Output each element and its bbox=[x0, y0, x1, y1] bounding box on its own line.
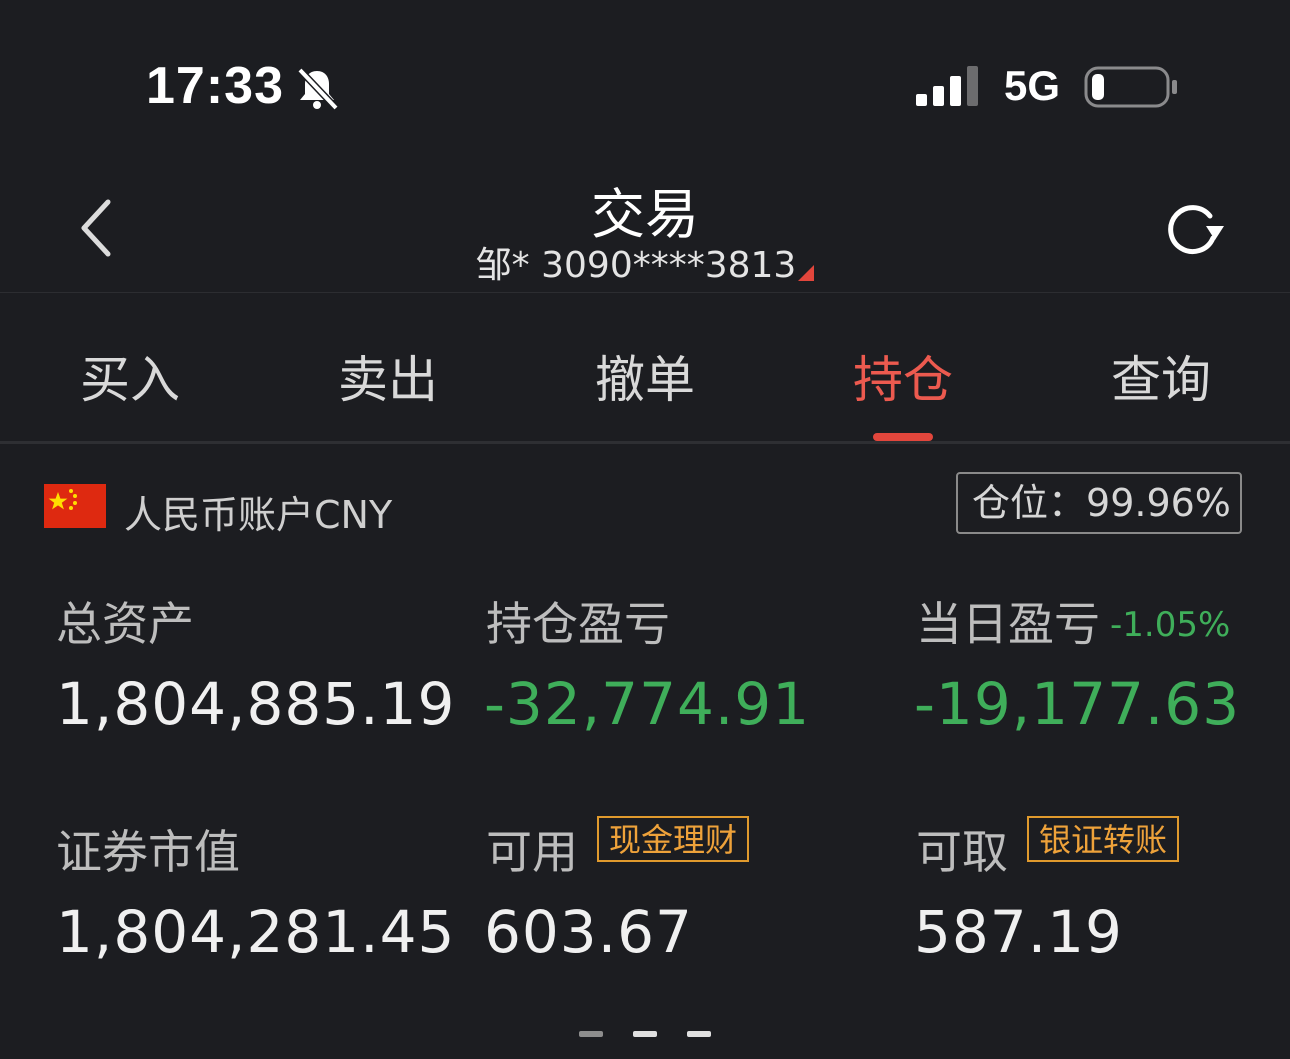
market-value-value: 1,804,281.45 bbox=[56, 898, 456, 966]
daily-pnl-value: -19,177.63 bbox=[914, 670, 1241, 738]
battery-icon bbox=[1084, 66, 1177, 108]
tab-buy[interactable]: 买入 bbox=[80, 340, 180, 412]
tab-query[interactable]: 查询 bbox=[1111, 340, 1211, 412]
position-label: 仓位： bbox=[972, 481, 1087, 525]
account-dropdown-caret-icon bbox=[798, 265, 815, 281]
available-value: 603.67 bbox=[484, 898, 693, 966]
withdrawable-value: 587.19 bbox=[914, 898, 1123, 966]
trade-tabs: 买入 卖出 撤单 持仓 查询 bbox=[0, 300, 1290, 442]
withdrawable-label: 可取 bbox=[916, 825, 1008, 879]
china-flag-icon bbox=[44, 484, 106, 528]
available-label: 可用 bbox=[486, 825, 578, 879]
cash-management-button[interactable]: 现金理财 bbox=[597, 816, 750, 862]
page-indicator-2[interactable] bbox=[633, 1031, 657, 1037]
currency-account-label: 人民币账户CNY bbox=[124, 493, 393, 537]
holding-pnl-value: -32,774.91 bbox=[484, 670, 811, 738]
market-value-label: 证券市值 bbox=[56, 825, 240, 879]
active-tab-indicator bbox=[873, 433, 933, 441]
page-indicator-3[interactable] bbox=[687, 1031, 711, 1037]
position-value: 99.96% bbox=[1086, 481, 1231, 525]
status-time: 17:33 bbox=[146, 57, 284, 115]
trade-screen: 17:33 5G 交易 邹* 3090****3813 买入 卖出 撤单 持仓 … bbox=[0, 0, 1290, 1059]
silent-bell-icon bbox=[297, 67, 339, 111]
account-number: 邹* 3090****3813 bbox=[475, 245, 797, 286]
total-assets-label: 总资产 bbox=[56, 597, 194, 651]
tab-sell[interactable]: 卖出 bbox=[338, 340, 438, 412]
page-indicator-1[interactable] bbox=[579, 1031, 603, 1037]
total-assets-value: 1,804,885.19 bbox=[56, 670, 456, 738]
tab-positions[interactable]: 持仓 bbox=[853, 340, 953, 412]
bank-transfer-button[interactable]: 银证转账 bbox=[1027, 816, 1180, 862]
nav-divider bbox=[0, 292, 1290, 293]
tab-cancel-order[interactable]: 撤单 bbox=[595, 340, 695, 412]
holding-pnl-label: 持仓盈亏 bbox=[486, 597, 670, 651]
daily-pnl-percent: -1.05% bbox=[1110, 605, 1231, 645]
signal-icon bbox=[916, 66, 978, 106]
position-ratio-badge: 仓位：99.96% bbox=[956, 472, 1242, 534]
refresh-icon[interactable] bbox=[1160, 196, 1226, 262]
network-type: 5G bbox=[1004, 62, 1061, 109]
tabs-divider bbox=[0, 441, 1290, 444]
daily-pnl-label: 当日盈亏 bbox=[916, 597, 1100, 651]
daily-pnl-header: 当日盈亏 -1.05% bbox=[916, 588, 1230, 654]
account-selector[interactable]: 邹* 3090****3813 bbox=[0, 236, 1290, 288]
